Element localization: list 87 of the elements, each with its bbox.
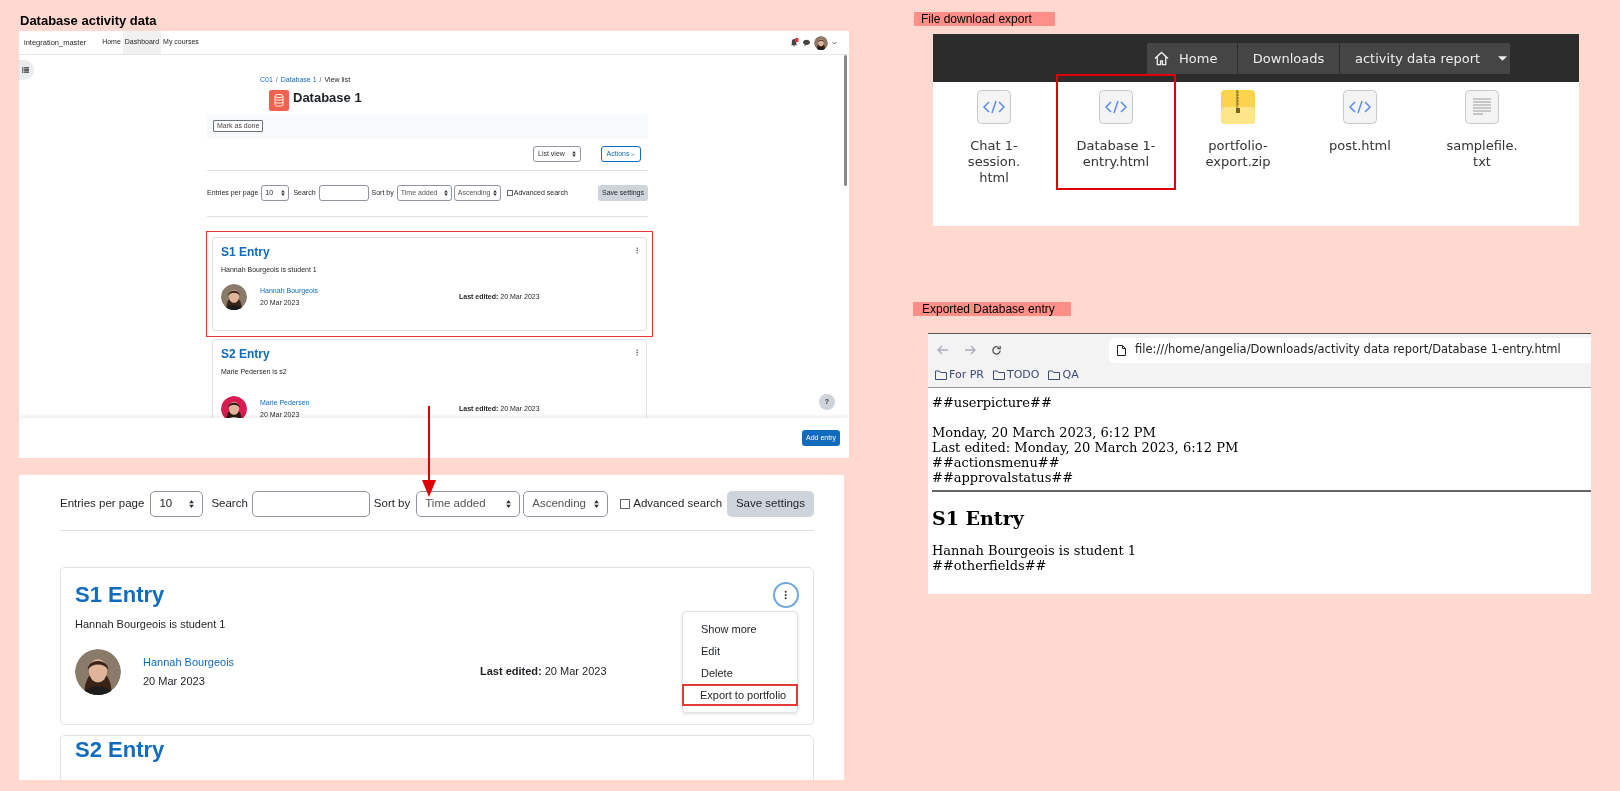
- section-label: File download export: [914, 12, 1055, 26]
- checkbox[interactable]: [620, 498, 631, 509]
- bookmark-folder[interactable]: TODO: [992, 366, 1040, 384]
- reload-icon[interactable]: [991, 344, 1002, 356]
- caret-icon: [572, 151, 576, 157]
- scrollbar[interactable]: [844, 55, 847, 186]
- code-file-icon: [977, 90, 1011, 124]
- list-icon: [21, 67, 29, 73]
- caret-icon: [631, 152, 636, 156]
- file-name: Database 1- entry.html: [1076, 138, 1156, 170]
- file-item[interactable]: samplefile. txt: [1422, 74, 1542, 190]
- caret-icon: [189, 499, 195, 508]
- sort-field-select[interactable]: Time added: [416, 490, 521, 517]
- field-label: Entries per page: [60, 495, 145, 511]
- caret-icon: [281, 190, 286, 196]
- author-link[interactable]: Hannah Bourgeois: [143, 653, 235, 670]
- menu-item[interactable]: Show more: [683, 618, 797, 640]
- section-title: Database activity data: [20, 12, 157, 30]
- caret-icon: [506, 499, 512, 508]
- folder-icon: [992, 370, 1005, 380]
- file-item[interactable]: post.html: [1300, 74, 1420, 190]
- bookmark-folder[interactable]: QA: [1048, 366, 1079, 384]
- dropdown-icon: [1498, 56, 1508, 61]
- path-button[interactable]: activity data report: [1340, 43, 1511, 74]
- caret-icon: [443, 190, 448, 196]
- address-bar[interactable]: file:///home/angelia/Downloads/activity data report/Database 1-entry.html: [1109, 337, 1591, 363]
- page-text: Hannah Bourgeois is student 1: [932, 543, 1138, 558]
- code-file-icon: [1343, 90, 1377, 124]
- file-item[interactable]: Chat 1- session. html: [934, 74, 1054, 190]
- folder-icon: [935, 370, 947, 380]
- entry-title: S2 Entry: [75, 738, 165, 762]
- entry-title: S1 Entry: [75, 581, 165, 609]
- page-text: ##actionsmenu##: [932, 455, 1061, 470]
- per-page-select[interactable]: 10: [150, 490, 204, 517]
- file-name: portfolio- export.zip: [1205, 138, 1271, 170]
- page-icon: [1117, 344, 1126, 356]
- actions-menu-button[interactable]: [773, 582, 799, 608]
- caret-icon[interactable]: [832, 40, 837, 45]
- file-name: Chat 1- session. html: [967, 138, 1021, 186]
- entry-date: 20 Mar 2023: [143, 674, 205, 689]
- text-file-icon: [1465, 90, 1499, 124]
- sort-order-select[interactable]: Ascending: [523, 490, 609, 517]
- entry-title: S1 Entry: [221, 243, 270, 261]
- menu-item[interactable]: Delete: [683, 662, 797, 684]
- file-item[interactable]: Database 1- entry.html: [1056, 74, 1176, 190]
- last-edited-date: 20 Mar 2023: [544, 664, 607, 680]
- bookmark-folder[interactable]: For PR: [935, 366, 984, 384]
- last-edited-label: Last edited:: [480, 664, 542, 680]
- entry-description: Hannah Bourgeois is student 1: [75, 617, 226, 632]
- caret-icon: [594, 499, 600, 508]
- caret-icon: [492, 190, 497, 196]
- page-text: ##approvalstatus##: [932, 470, 1075, 485]
- code-file-icon: [1099, 90, 1133, 124]
- path-button[interactable]: Downloads: [1238, 43, 1340, 74]
- save-settings-button[interactable]: Save settings: [726, 490, 814, 517]
- page-text: ##otherfields##: [932, 558, 1048, 573]
- checkbox[interactable]: [506, 190, 513, 196]
- kebab-icon: [635, 246, 638, 254]
- chat-icon[interactable]: [803, 39, 810, 46]
- file-name: post.html: [1329, 138, 1391, 154]
- file-name: samplefile. txt: [1446, 138, 1518, 170]
- checkbox-label: Advanced search: [633, 495, 723, 511]
- search-field[interactable]: [251, 490, 370, 517]
- path-button[interactable]: Home: [1147, 43, 1238, 74]
- page-text: Last edited: Monday, 20 March 2023, 6:12 PM: [932, 440, 1240, 455]
- entry-title: S2 Entry: [221, 345, 270, 363]
- database-icon: [269, 89, 289, 111]
- page-heading: S1 Entry: [932, 506, 1026, 530]
- kebab-icon: [635, 348, 638, 356]
- archive-icon: [1221, 90, 1255, 124]
- home-icon: [1154, 51, 1169, 66]
- search-field[interactable]: [318, 185, 369, 201]
- field-label: Search: [211, 495, 248, 511]
- page-text: ##userpicture##: [932, 395, 1053, 410]
- page-text: Monday, 20 March 2023, 6:12 PM: [932, 425, 1157, 440]
- back-icon[interactable]: [937, 345, 949, 355]
- file-item[interactable]: portfolio- export.zip: [1178, 74, 1298, 190]
- section-label: Exported Database entry: [913, 302, 1071, 316]
- forward-icon[interactable]: [964, 345, 976, 355]
- menu-item[interactable]: Export to portfolio: [682, 684, 798, 706]
- folder-icon: [1048, 370, 1061, 380]
- field-label: Sort by: [373, 495, 411, 511]
- bell-icon[interactable]: [790, 38, 799, 47]
- sidebar-toggle-button[interactable]: [19, 60, 34, 80]
- page-heading: Database 1: [293, 88, 362, 107]
- menu-item[interactable]: Edit: [683, 640, 797, 662]
- kebab-icon: [784, 590, 788, 600]
